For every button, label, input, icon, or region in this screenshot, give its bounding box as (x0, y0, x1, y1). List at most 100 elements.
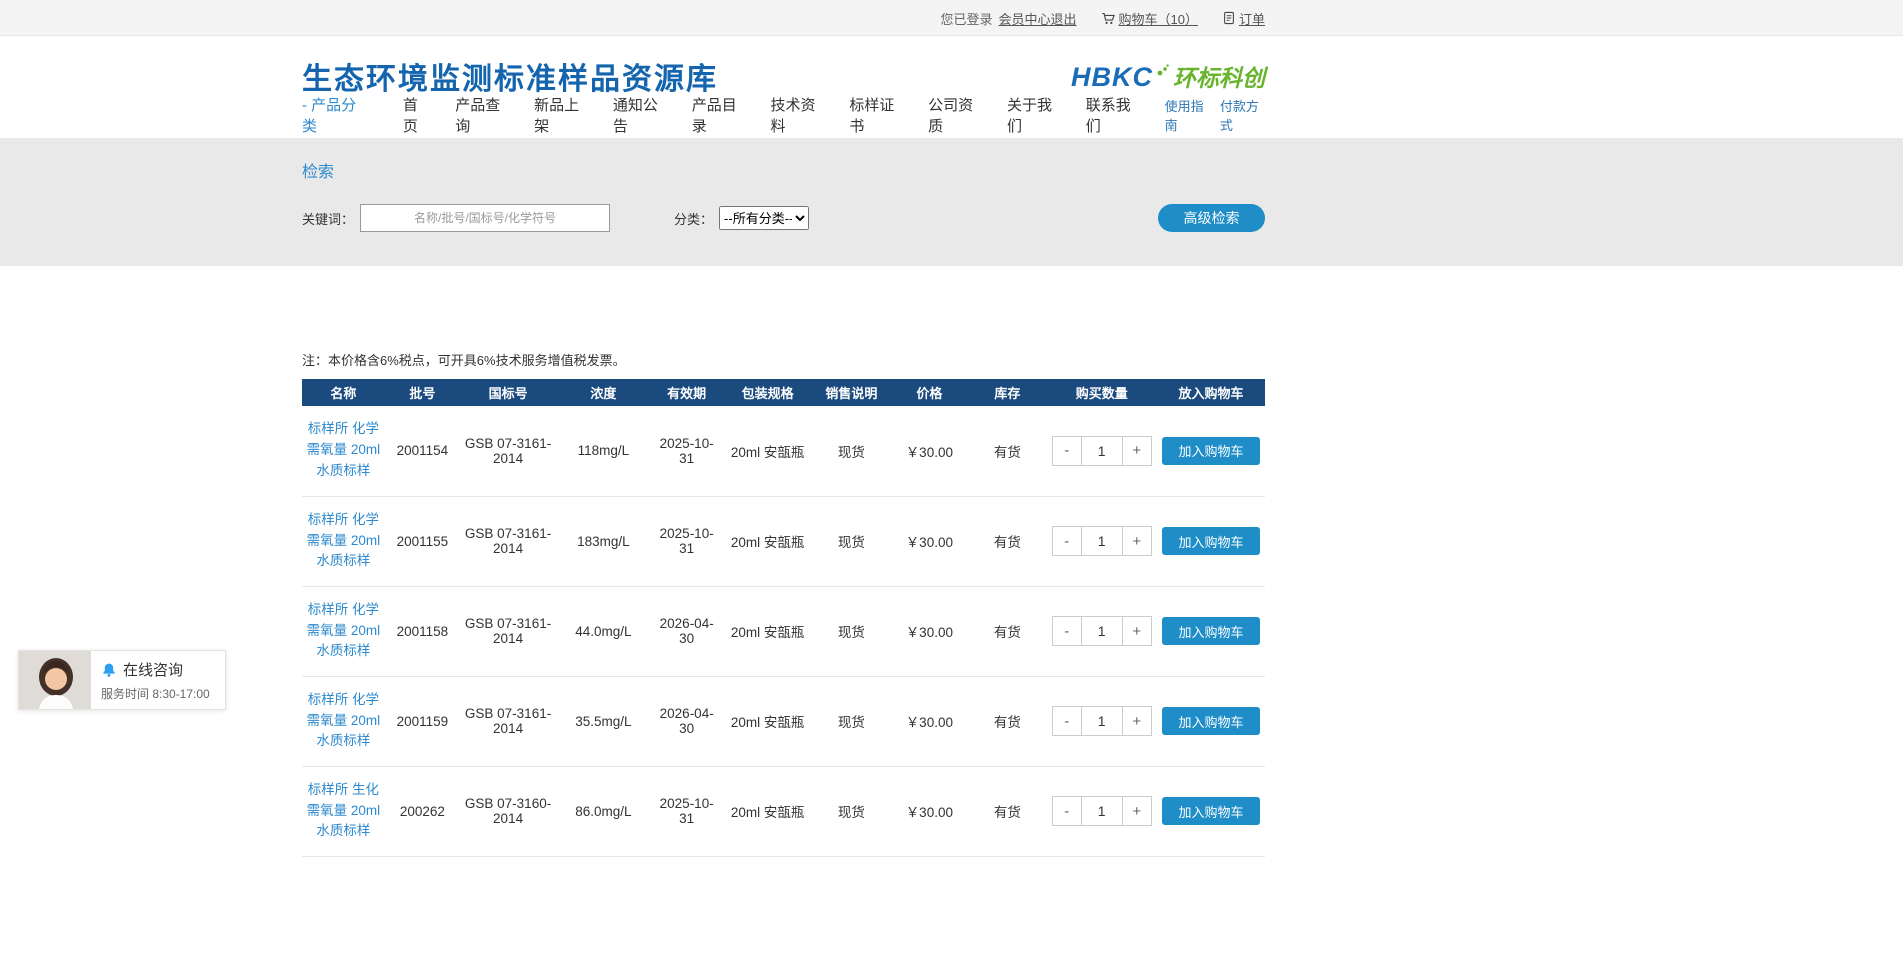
batch-number-cell: 2001159 (385, 676, 460, 766)
column-header: 销售说明 (812, 379, 890, 406)
brand-cn-text: 环标科创 (1173, 59, 1265, 93)
nav-item-catalog[interactable]: 产品目录 (692, 94, 745, 136)
qty-plus-button[interactable]: + (1123, 797, 1151, 825)
expiry-date-cell: 2026-04-30 (651, 586, 723, 676)
sale-status-cell: 现货 (812, 676, 890, 766)
brand-dots-icon (1157, 63, 1169, 81)
add-to-cart-button[interactable]: 加入购物车 (1162, 707, 1260, 735)
payment-method-link[interactable]: 付款方式 (1220, 96, 1265, 134)
column-header: 批号 (385, 379, 460, 406)
search-section: 检索 关键词： 分类： --所有分类-- 高级检索 (0, 138, 1903, 266)
cart-link[interactable]: 购物车（10） (1101, 9, 1198, 28)
nav-item-contact-us[interactable]: 联系我们 (1086, 94, 1139, 136)
qty-value[interactable]: 1 (1081, 617, 1123, 645)
price-cell: ￥30.00 (890, 676, 968, 766)
user-guide-link[interactable]: 使用指南 (1165, 96, 1210, 134)
qty-value[interactable]: 1 (1081, 527, 1123, 555)
sale-status-cell: 现货 (812, 586, 890, 676)
member-center-link[interactable]: 会员中心 (998, 9, 1050, 28)
column-header: 名称 (302, 379, 385, 406)
table-row: 标样所 化学需氧量 20ml 水质标样 2001159 GSB 07-3161-… (302, 676, 1265, 766)
product-name-link[interactable]: 标样所 化学需氧量 20ml 水质标样 (304, 510, 383, 573)
chat-widget[interactable]: 在线咨询 服务时间 8:30-17:00 (18, 650, 226, 710)
product-table: 名称批号国标号浓度有效期包装规格销售说明价格库存购买数量放入购物车 标样所 化学… (302, 379, 1265, 857)
expiry-date-cell: 2025-10-31 (651, 406, 723, 496)
expiry-date-cell: 2025-10-31 (651, 766, 723, 856)
quantity-stepper: - 1 + (1052, 526, 1152, 556)
category-select[interactable]: --所有分类-- (719, 206, 809, 230)
column-header: 浓度 (556, 379, 650, 406)
batch-number-cell: 2001154 (385, 406, 460, 496)
batch-number-cell: 200262 (385, 766, 460, 856)
qty-minus-button[interactable]: - (1053, 707, 1081, 735)
concentration-cell: 183mg/L (556, 496, 650, 586)
nav-item-certificates[interactable]: 标样证书 (849, 94, 902, 136)
qty-value[interactable]: 1 (1081, 797, 1123, 825)
batch-number-cell: 2001158 (385, 586, 460, 676)
add-to-cart-button[interactable]: 加入购物车 (1162, 527, 1260, 555)
qty-value[interactable]: 1 (1081, 437, 1123, 465)
sale-status-cell: 现货 (812, 406, 890, 496)
cart-link-label: 购物车（10） (1119, 9, 1198, 28)
nav-item-qualifications[interactable]: 公司资质 (928, 94, 981, 136)
nav-item-tech-docs[interactable]: 技术资料 (771, 94, 824, 136)
qty-plus-button[interactable]: + (1123, 437, 1151, 465)
price-cell: ￥30.00 (890, 766, 968, 856)
price-note: 注：本价格含6%税点，可开具6%技术服务增值税发票。 (302, 350, 1265, 369)
add-to-cart-button[interactable]: 加入购物车 (1162, 617, 1260, 645)
nav-item-notices[interactable]: 通知公告 (613, 94, 666, 136)
topbar: 您已登录 会员中心退出 购物车（10） 订单 (0, 0, 1903, 36)
concentration-cell: 86.0mg/L (556, 766, 650, 856)
add-to-cart-button[interactable]: 加入购物车 (1162, 437, 1260, 465)
column-header: 包装规格 (723, 379, 813, 406)
qty-plus-button[interactable]: + (1123, 527, 1151, 555)
product-name-link[interactable]: 标样所 化学需氧量 20ml 水质标样 (304, 690, 383, 753)
qty-minus-button[interactable]: - (1053, 437, 1081, 465)
chat-title: 在线咨询 (123, 659, 183, 680)
nav-item-home[interactable]: 首页 (403, 94, 429, 136)
nav-product-category[interactable]: - 产品分类 (302, 94, 363, 136)
qty-minus-button[interactable]: - (1053, 797, 1081, 825)
product-list-section: 注：本价格含6%税点，可开具6%技术服务增值税发票。 名称批号国标号浓度有效期包… (302, 350, 1265, 857)
product-name-link[interactable]: 标样所 化学需氧量 20ml 水质标样 (304, 419, 383, 482)
login-status: 您已登录 (940, 9, 992, 28)
keyword-label: 关键词： (302, 209, 354, 228)
expiry-date-cell: 2026-04-30 (651, 676, 723, 766)
nav-item-new-arrivals[interactable]: 新品上架 (534, 94, 587, 136)
logout-link[interactable]: 退出 (1051, 9, 1077, 28)
stock-status-cell: 有货 (968, 406, 1046, 496)
product-table-head: 名称批号国标号浓度有效期包装规格销售说明价格库存购买数量放入购物车 (302, 379, 1265, 406)
brand-logo: HBKC 环标科创 (1071, 59, 1265, 93)
stock-status-cell: 有货 (968, 766, 1046, 856)
column-header: 放入购物车 (1157, 379, 1265, 406)
header: 生态环境监测标准样品资源库 HBKC 环标科创 - 产品分类 首页 产品查询 新… (0, 36, 1903, 130)
nav-item-product-search[interactable]: 产品查询 (455, 94, 508, 136)
qty-minus-button[interactable]: - (1053, 617, 1081, 645)
table-row: 标样所 化学需氧量 20ml 水质标样 2001154 GSB 07-3161-… (302, 406, 1265, 496)
search-input[interactable] (360, 204, 610, 232)
qty-plus-button[interactable]: + (1123, 617, 1151, 645)
product-name-link[interactable]: 标样所 化学需氧量 20ml 水质标样 (304, 600, 383, 663)
qty-plus-button[interactable]: + (1123, 707, 1151, 735)
qty-minus-button[interactable]: - (1053, 527, 1081, 555)
advanced-search-button[interactable]: 高级检索 (1158, 204, 1265, 232)
quantity-stepper: - 1 + (1052, 436, 1152, 466)
gb-number-cell: GSB 07-3160-2014 (460, 766, 556, 856)
chat-hours: 服务时间 8:30-17:00 (101, 685, 210, 702)
concentration-cell: 35.5mg/L (556, 676, 650, 766)
nav-item-about-us[interactable]: 关于我们 (1007, 94, 1060, 136)
product-name-link[interactable]: 标样所 生化需氧量 20ml 水质标样 (304, 780, 383, 843)
price-cell: ￥30.00 (890, 406, 968, 496)
product-table-body: 标样所 化学需氧量 20ml 水质标样 2001154 GSB 07-3161-… (302, 406, 1265, 856)
add-to-cart-button[interactable]: 加入购物车 (1162, 797, 1260, 825)
gb-number-cell: GSB 07-3161-2014 (460, 676, 556, 766)
table-row: 标样所 生化需氧量 20ml 水质标样 200262 GSB 07-3160-2… (302, 766, 1265, 856)
concentration-cell: 44.0mg/L (556, 586, 650, 676)
qty-value[interactable]: 1 (1081, 707, 1123, 735)
orders-link-label: 订单 (1239, 9, 1265, 28)
category-label: 分类： (674, 209, 713, 228)
column-header: 价格 (890, 379, 968, 406)
orders-link[interactable]: 订单 (1222, 9, 1265, 28)
column-header: 购买数量 (1046, 379, 1157, 406)
price-cell: ￥30.00 (890, 586, 968, 676)
